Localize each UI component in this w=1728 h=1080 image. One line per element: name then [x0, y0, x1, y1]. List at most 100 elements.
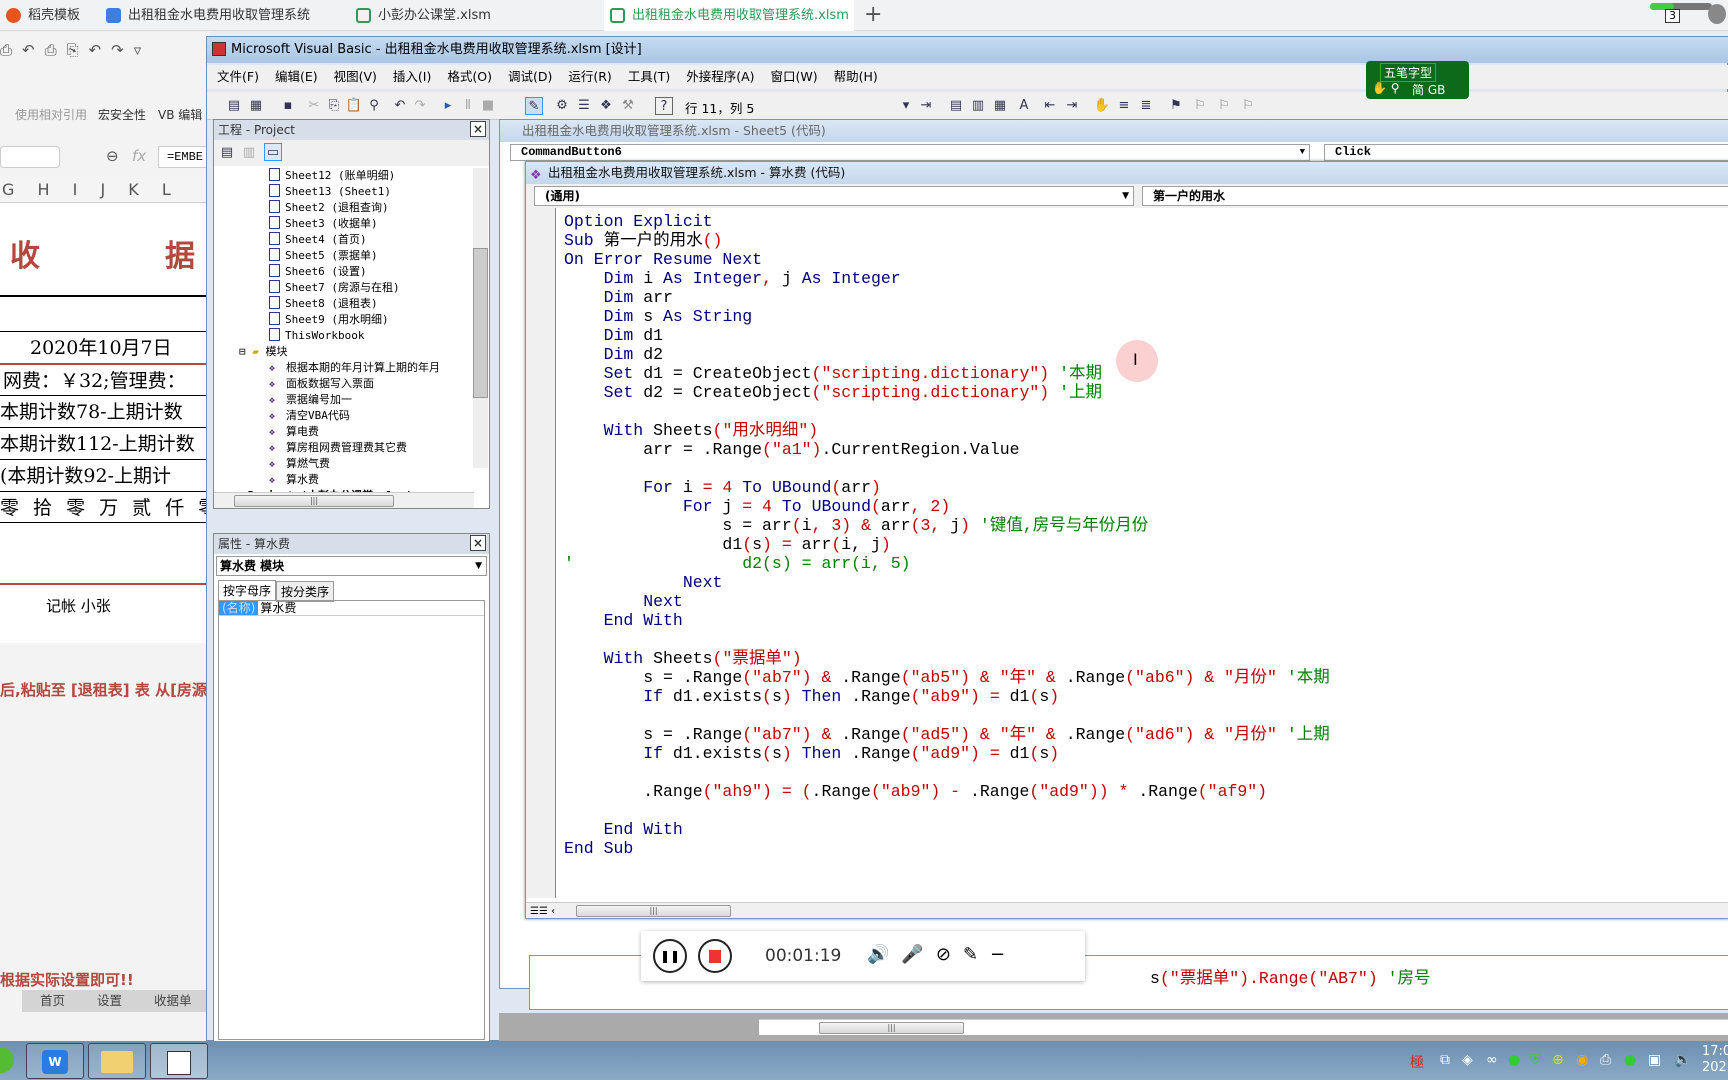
- clear-bookmarks-icon[interactable]: ⚐: [1239, 97, 1257, 115]
- code-line[interactable]: Dim d1: [564, 326, 1330, 345]
- code-line[interactable]: End Sub: [564, 839, 1330, 858]
- pen-icon[interactable]: ✎: [963, 944, 990, 965]
- taskbar-wps[interactable]: W: [26, 1043, 84, 1079]
- code-editor[interactable]: Option Explicit Sub 第一户的用水() On Error Resu…: [564, 212, 1330, 858]
- ribbon-macro-security[interactable]: 宏安全性: [98, 106, 146, 123]
- view-object-icon[interactable]: ▥: [240, 144, 258, 162]
- add-icon[interactable]: ⊕: [1552, 1052, 1564, 1068]
- menu-item[interactable]: 文件(F): [209, 65, 267, 89]
- object-combo[interactable]: CommandButton6 ▼: [510, 144, 1310, 161]
- list-constants-icon[interactable]: ▥: [969, 97, 987, 115]
- tree-item-sheet[interactable]: Sheet9 (用水明细): [269, 312, 440, 328]
- tab-alphabetic[interactable]: 按字母序: [218, 580, 277, 601]
- code-window-water-fee[interactable]: ❖ 出租租金水电费用收取管理系统.xlsm - 算水费 (代码) (通用) ▼ 第一…: [525, 161, 1728, 919]
- code-line[interactable]: [564, 402, 1330, 421]
- start-button[interactable]: [0, 1047, 14, 1073]
- code-line[interactable]: d1(s) = arr(i, j): [564, 535, 1330, 554]
- code-line[interactable]: Set d2 = CreateObject("scripting.diction…: [564, 383, 1330, 402]
- tree-item-sheet[interactable]: Sheet8 (退租表): [269, 296, 440, 312]
- code-line[interactable]: s = arr(i, 3) & arr(3, j) '键值,房号与年份月份: [564, 516, 1330, 535]
- code-line[interactable]: Next: [564, 592, 1330, 611]
- code-line[interactable]: End With: [564, 820, 1330, 839]
- tree-item-module[interactable]: ❖ 算燃气费: [269, 456, 440, 472]
- sheet-tab-receipt[interactable]: 收据单: [154, 990, 192, 1012]
- complete-word-icon[interactable]: A: [1015, 97, 1033, 115]
- camera-off-icon[interactable]: ⊘: [936, 944, 963, 965]
- tree-item-module[interactable]: ❖ 算电费: [269, 424, 440, 440]
- code-line[interactable]: Dim arr: [564, 288, 1330, 307]
- hand-icon[interactable]: ✋: [1093, 97, 1111, 115]
- code-line[interactable]: .Range("ah9") = (.Range("ab9") - .Range(…: [564, 782, 1330, 801]
- code-line[interactable]: s = .Range("ab7") & .Range("ad5") & "年" …: [564, 725, 1330, 744]
- paste-icon[interactable]: 📋: [345, 97, 363, 115]
- taskbar-explorer[interactable]: [88, 1043, 146, 1079]
- project-explorer-icon[interactable]: ⚙: [553, 97, 571, 115]
- copy-icon[interactable]: ⎘: [325, 97, 343, 115]
- code-line[interactable]: ' d2(s) = arr(i, 5): [564, 554, 1330, 573]
- code-line[interactable]: Next: [564, 573, 1330, 592]
- save-icon[interactable]: ▪: [279, 97, 297, 115]
- avatar[interactable]: [1708, 4, 1726, 24]
- hscrollbar[interactable]: |||: [759, 1019, 1728, 1035]
- microphone-icon[interactable]: 🎤: [901, 944, 935, 965]
- view-excel-icon[interactable]: ▤: [225, 97, 243, 115]
- run-icon[interactable]: ▸: [439, 97, 457, 115]
- menu-item[interactable]: 窗口(W): [763, 65, 826, 89]
- formula-bar[interactable]: =EMBE: [158, 146, 210, 168]
- code-line[interactable]: Set d1 = CreateObject("scripting.diction…: [564, 364, 1330, 383]
- security-icon[interactable]: ◈: [1462, 1052, 1473, 1068]
- uncomment-block-icon[interactable]: ≣: [1137, 97, 1155, 115]
- ime-charset[interactable]: 简 GB: [1412, 81, 1445, 98]
- tab-docer-templates[interactable]: 稻壳模板: [0, 0, 100, 31]
- tree-item-module[interactable]: ❖ 面板数据写入票面: [269, 376, 440, 392]
- sheet-tab-home[interactable]: 首页: [40, 990, 65, 1012]
- tree-folder-modules[interactable]: ⊟ ▰ 模块: [239, 344, 440, 360]
- close-icon[interactable]: ×: [470, 535, 486, 551]
- code-hscrollbar[interactable]: ☰☰ ‹ |||: [526, 902, 1728, 918]
- new-tab-button[interactable]: +: [864, 2, 882, 27]
- code-line[interactable]: Dim s As String: [564, 307, 1330, 326]
- volume-icon[interactable]: 🔈: [1674, 1052, 1691, 1068]
- code-line[interactable]: s = .Range("ab7") & .Range("ab5") & "年" …: [564, 668, 1330, 687]
- cut-icon[interactable]: ✂: [305, 97, 323, 115]
- menu-item[interactable]: 工具(T): [620, 65, 678, 89]
- taskbar-vbe[interactable]: [150, 1043, 208, 1079]
- undo-icon[interactable]: ↶: [391, 97, 409, 115]
- toolbar-options-icon[interactable]: ▾: [897, 97, 915, 115]
- procedure-combo[interactable]: Click: [1324, 144, 1728, 161]
- shield-icon[interactable]: ⛨: [1530, 1052, 1541, 1068]
- tab-doc[interactable]: 出租租金水电费用收取管理系统: [100, 0, 350, 31]
- tree-item-sheet[interactable]: Sheet13 (Sheet1): [269, 184, 440, 200]
- outdent-icon[interactable]: ⇤: [1041, 97, 1059, 115]
- list-properties-icon[interactable]: ▤: [947, 97, 965, 115]
- ime-status-bar[interactable]: 五笔字型 ✋ ⚲ 简 GB: [1366, 61, 1469, 99]
- code-line[interactable]: arr = .Range("a1").CurrentRegion.Value: [564, 440, 1330, 459]
- quick-info-icon[interactable]: ▦: [991, 97, 1009, 115]
- tree-item-sheet[interactable]: Sheet2 (退租查询): [269, 200, 440, 216]
- tree-item-sheet[interactable]: Sheet12 (账单明细): [269, 168, 440, 184]
- view-code-icon[interactable]: ▤: [218, 144, 236, 162]
- ribbon-vb-editor[interactable]: VB 编辑: [158, 106, 202, 123]
- help-icon[interactable]: ?: [655, 97, 673, 115]
- tree-item-sheet[interactable]: ThisWorkbook: [269, 328, 440, 344]
- menu-item[interactable]: 编辑(E): [267, 65, 326, 89]
- menu-item[interactable]: 外接程序(A): [678, 65, 762, 89]
- zoom-icon[interactable]: ⊖: [106, 147, 119, 165]
- properties-icon[interactable]: ☰: [575, 97, 593, 115]
- tab-xiaopeng-xlsm[interactable]: 小彭办公课堂.xlsm: [350, 0, 600, 31]
- break-icon[interactable]: Ⅱ: [459, 97, 477, 115]
- tab-rental-xlsm[interactable]: 出租租金水电费用收取管理系统.xlsm ●: [604, 0, 854, 54]
- ribbon-relative-ref[interactable]: 使用相对引用: [15, 106, 87, 123]
- close-icon[interactable]: ×: [470, 121, 486, 137]
- insert-module-icon[interactable]: ▦: [247, 97, 265, 115]
- ime-mode[interactable]: 五笔字型: [1380, 63, 1437, 82]
- tree-item-module[interactable]: ❖ 根据本期的年月计算上期的年月: [269, 360, 440, 376]
- code-line[interactable]: [564, 763, 1330, 782]
- menu-item[interactable]: 帮助(H): [826, 65, 886, 89]
- recorder-tray-icon[interactable]: ◉: [1576, 1052, 1588, 1068]
- code-line[interactable]: [564, 801, 1330, 820]
- tree-item-module[interactable]: ❖ 清空VBA代码: [269, 408, 440, 424]
- name-box[interactable]: [0, 146, 60, 168]
- object-dropdown[interactable]: 算水费 模块 ▼: [216, 556, 487, 576]
- tree-item-module[interactable]: ❖ 算水费: [269, 472, 440, 488]
